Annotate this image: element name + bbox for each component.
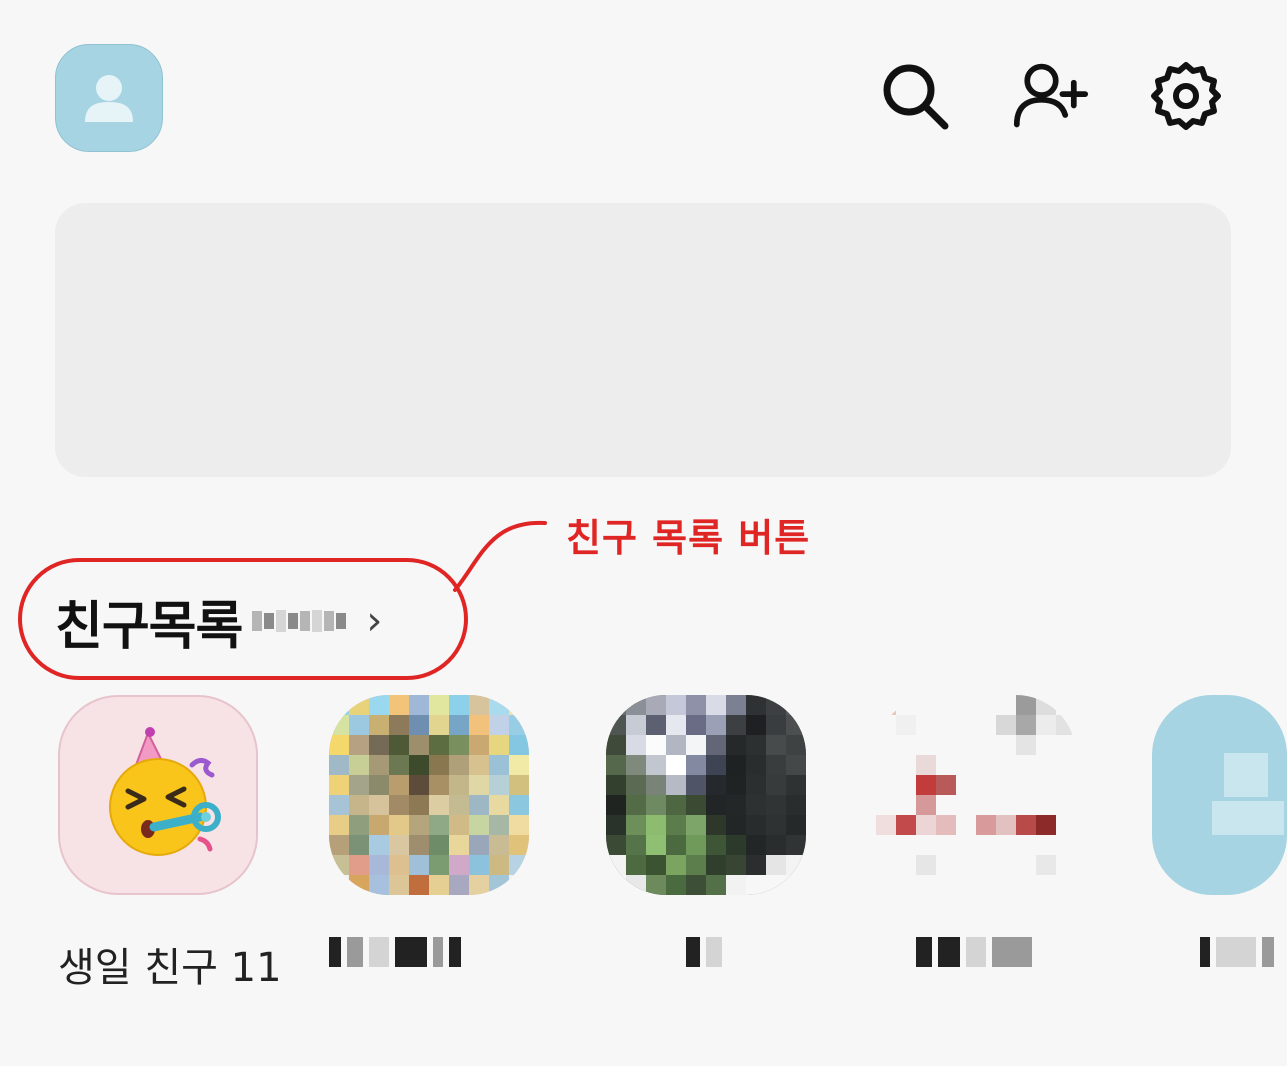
settings-gear-icon bbox=[1151, 62, 1221, 130]
friend-avatar-pixelated bbox=[329, 695, 529, 895]
friend-avatar-pixelated bbox=[606, 695, 806, 895]
chevron-right-icon: › bbox=[366, 598, 383, 644]
friend-avatar-pixelated bbox=[876, 695, 1076, 895]
friend-name-blurred bbox=[1200, 935, 1274, 969]
birthday-friends-item[interactable]: 생일 친구 11 bbox=[58, 695, 282, 993]
friend-name-blurred bbox=[686, 935, 722, 969]
person-icon bbox=[85, 75, 133, 122]
friend-item[interactable] bbox=[1152, 695, 1287, 969]
friend-list-title: 친구목록 bbox=[55, 596, 243, 657]
annotation-label: 친구 목록 버튼 bbox=[566, 516, 811, 560]
search-icon bbox=[883, 64, 949, 130]
friends-screen: 친구 목록 버튼 친구목록 › 생일 친구 11 bbox=[0, 0, 1287, 1066]
friend-name-blurred bbox=[916, 935, 1032, 969]
person-icon bbox=[1212, 753, 1284, 835]
friend-item[interactable] bbox=[876, 695, 1076, 969]
party-face-emoji-icon bbox=[109, 727, 221, 856]
add-friend-button[interactable] bbox=[1013, 58, 1089, 134]
friend-avatar-default bbox=[1152, 695, 1287, 895]
my-profile-avatar[interactable] bbox=[55, 44, 163, 152]
search-button[interactable] bbox=[877, 58, 953, 134]
banner-placeholder bbox=[55, 203, 1231, 477]
friend-name-blurred bbox=[329, 935, 461, 969]
birthday-friends-label: 생일 친구 11 bbox=[58, 945, 282, 991]
birthday-avatar bbox=[58, 695, 258, 895]
friend-count-blurred bbox=[252, 606, 348, 636]
friend-item[interactable] bbox=[606, 695, 806, 969]
friend-list-button[interactable]: 친구목록 › bbox=[55, 585, 382, 657]
friend-item[interactable] bbox=[329, 695, 529, 969]
add-friend-icon bbox=[1013, 63, 1089, 128]
settings-button[interactable] bbox=[1148, 58, 1224, 134]
